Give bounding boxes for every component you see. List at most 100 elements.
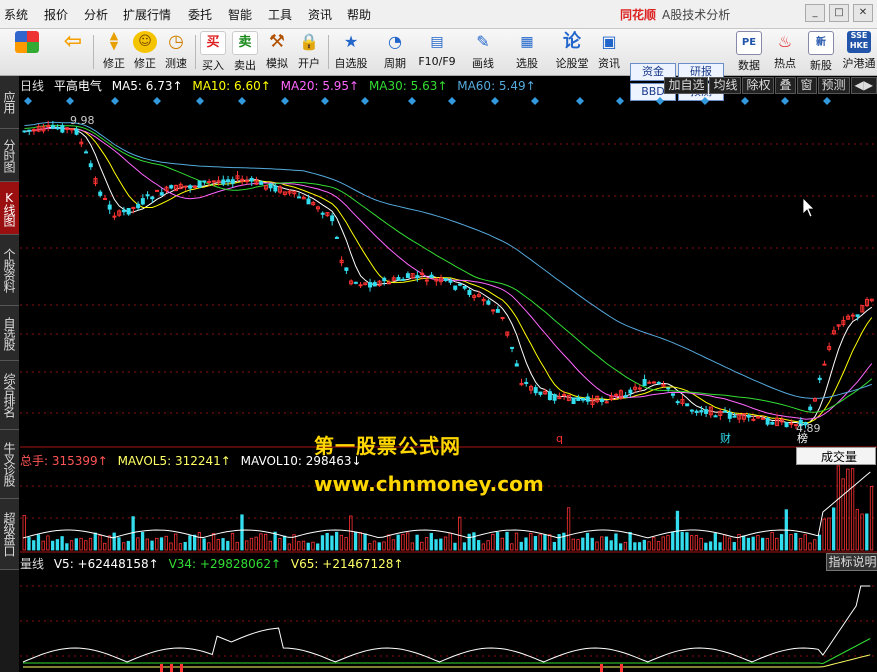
candle-body — [694, 410, 699, 413]
hot-button[interactable]: ♨ 热点 — [770, 31, 800, 73]
candle-body — [576, 397, 581, 401]
volume-bar — [334, 531, 339, 551]
menu-extended-quote[interactable]: 扩展行情 — [123, 6, 171, 23]
volume-bar — [74, 538, 78, 551]
volume-bar — [486, 540, 490, 551]
period-button[interactable]: ◔ 周期 — [378, 31, 412, 73]
tab-apps[interactable]: 应用 — [0, 76, 19, 129]
news-button[interactable]: ▣ 资讯 — [594, 31, 624, 73]
volume-bar — [472, 532, 476, 551]
ma30-label: MA30: 5.63↑ — [368, 79, 448, 93]
menu-help[interactable]: 帮助 — [347, 6, 371, 23]
data-button[interactable]: PE 数据 — [734, 31, 764, 73]
volume-bar — [240, 514, 244, 551]
volume-bar — [656, 541, 661, 551]
volume-bar — [836, 465, 841, 551]
volume-bar — [112, 532, 116, 551]
volume-bar — [533, 536, 538, 551]
back-button[interactable]: ⇦ — [58, 31, 88, 73]
buy-button[interactable]: 买 买入 — [198, 31, 228, 73]
menu-bar: 系统 报价 分析 扩展行情 委托 智能 工具 资讯 帮助 同花顺 A股技术分析 _… — [0, 0, 877, 29]
menu-tools[interactable]: 工具 — [268, 6, 292, 23]
volume-bar — [140, 532, 145, 551]
f10-button[interactable]: ▤ F10/F9 — [418, 31, 456, 73]
volume-bar — [211, 533, 216, 551]
toolbar-label: 修正 — [134, 57, 156, 70]
overlay-button[interactable]: 叠 — [775, 77, 796, 94]
smile-button[interactable]: ☺ 修正 — [130, 31, 160, 73]
candle-body — [230, 179, 235, 184]
menu-system[interactable]: 系统 — [4, 6, 28, 23]
tab-stock-info[interactable]: 个股资料 — [0, 235, 19, 306]
up-down-button[interactable]: ▲ ▼ 修正 — [99, 30, 129, 73]
forum-button[interactable]: 论 论股堂 — [554, 31, 590, 73]
candle-body — [699, 410, 704, 413]
candle-body — [396, 277, 401, 281]
maximize-icon[interactable]: □ — [829, 4, 849, 22]
menu-smart[interactable]: 智能 — [228, 6, 252, 23]
indicator-select[interactable]: 成交量 — [796, 447, 876, 465]
layout-button[interactable] — [12, 31, 42, 73]
menu-quote[interactable]: 报价 — [44, 6, 68, 23]
tab-ranking[interactable]: 综合排名 — [0, 361, 19, 430]
tab-super-level2[interactable]: 超级盘口 — [0, 499, 19, 570]
draw-line-button[interactable]: ✎ 画线 — [466, 31, 500, 73]
high-price-label: 9.98 — [70, 114, 95, 127]
forecast-tool-button[interactable]: 预测 — [817, 77, 850, 94]
add-watchlist-button[interactable]: 加自选 — [664, 77, 709, 94]
tag-board[interactable]: 榜 — [797, 431, 808, 445]
scroll-arrows-icon[interactable]: ◀▶ — [850, 77, 877, 94]
candle-body — [244, 180, 249, 183]
tag-finance[interactable]: 财 — [720, 431, 731, 445]
menu-news[interactable]: 资讯 — [308, 6, 332, 23]
kline-chart[interactable]: 9.98 4.89 q 财 榜 — [20, 76, 877, 672]
volume-bar — [164, 535, 168, 551]
event-diamond — [781, 97, 789, 105]
select-stock-icon: ▦ — [520, 34, 534, 50]
candle-body — [850, 314, 855, 317]
open-account-button[interactable]: 🔒 开户 — [294, 31, 324, 73]
menu-order[interactable]: 委托 — [188, 6, 212, 23]
candle-body — [69, 128, 74, 131]
tab-intraday[interactable]: 分时图 — [0, 129, 19, 182]
volume-bar — [382, 541, 386, 551]
event-diamond — [408, 97, 416, 105]
tab-watchlist[interactable]: 自选股 — [0, 306, 19, 361]
candle-body — [732, 415, 737, 418]
new-stock-button[interactable]: 新 新股 — [806, 31, 836, 73]
hk-connect-button[interactable]: SSE HKE 沪港通 — [842, 31, 876, 73]
period-label[interactable]: 日线 — [20, 79, 44, 93]
volume-bar — [571, 538, 575, 551]
window-button[interactable]: 窗 — [796, 77, 817, 94]
tab-diagnosis[interactable]: 牛叉诊股 — [0, 430, 19, 499]
menu-analysis[interactable]: 分析 — [84, 6, 108, 23]
speed-test-button[interactable]: ◷ 测速 — [161, 31, 191, 73]
simulate-button[interactable]: ⚒ 模拟 — [262, 31, 292, 73]
sell-button[interactable]: 卖 卖出 — [230, 31, 260, 73]
volume-bar — [604, 536, 609, 551]
candle-body — [136, 203, 141, 209]
candle-body — [84, 151, 89, 154]
volume-bar — [183, 541, 187, 551]
minimize-icon[interactable]: _ — [805, 4, 825, 22]
candle-body — [249, 177, 254, 182]
candle-body — [415, 275, 420, 279]
indicator-help-button[interactable]: 指标说明 — [826, 553, 877, 571]
select-stock-button[interactable]: ▦ 选股 — [510, 31, 544, 73]
watchlist-button[interactable]: ★ 自选股 — [334, 31, 368, 73]
candle-body — [552, 394, 557, 401]
close-icon[interactable]: ✕ — [853, 4, 873, 22]
volume-bar — [742, 535, 746, 551]
v34-line — [23, 638, 871, 665]
toolbar-label: 周期 — [384, 57, 406, 70]
candle-body — [226, 179, 231, 182]
candle-body — [320, 212, 325, 215]
ex-rights-button[interactable]: 除权 — [742, 77, 775, 94]
pe-icon: PE — [736, 31, 762, 55]
ma-button[interactable]: 均线 — [709, 77, 742, 94]
period-clock-icon: ◔ — [388, 32, 402, 51]
smile-icon: ☺ — [133, 31, 157, 53]
tab-kline[interactable]: K线图 — [0, 182, 19, 235]
volume-bar — [614, 533, 618, 551]
volume-bar — [491, 533, 495, 551]
